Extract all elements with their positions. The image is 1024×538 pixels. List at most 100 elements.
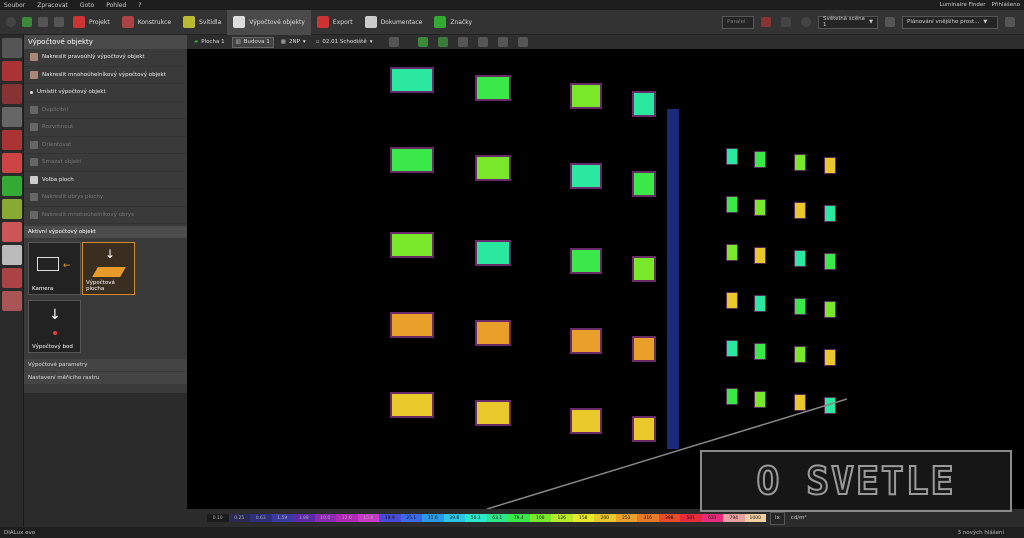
tile-calc-point[interactable]: ↓ Výpočtový bod: [28, 300, 81, 353]
calc-point-icon: ↓: [49, 307, 61, 323]
calc-surface-icon[interactable]: [2, 38, 22, 58]
frame-icon[interactable]: [389, 37, 400, 47]
select-hand-icon: [30, 175, 38, 184]
window-falsecolor: [477, 77, 509, 99]
tab-vypoctove-objekty[interactable]: Výpočtové objekty: [227, 9, 311, 35]
green-l-icon[interactable]: [438, 37, 449, 47]
wall-icon[interactable]: [1005, 17, 1015, 27]
legend-cell: 501: [680, 514, 702, 522]
legend-cell: 398: [658, 514, 680, 522]
window-falsecolor-right: [727, 149, 737, 164]
legend-cell: 0.63: [250, 514, 272, 522]
gear-icon[interactable]: [801, 17, 811, 27]
close-icon[interactable]: [781, 17, 791, 27]
window-falsecolor-right: [755, 296, 765, 311]
select-surfaces[interactable]: Volba ploch: [24, 172, 187, 189]
report-icon[interactable]: [2, 222, 22, 242]
chevron-down-icon-2: ▾: [369, 39, 373, 45]
draw-poly-outline[interactable]: Nakreslit mnohoúhelníkový obrys: [24, 207, 187, 224]
legend-cell: 10.0: [314, 514, 336, 522]
menu-goto[interactable]: Goto: [80, 2, 94, 9]
window-falsecolor: [572, 410, 600, 432]
tab-export[interactable]: Export: [311, 10, 359, 35]
palette-icon[interactable]: [761, 17, 771, 27]
budova-chip[interactable]: ▥ Budova 1: [231, 36, 274, 48]
window-falsecolor-right: [727, 389, 737, 404]
window-falsecolor-right: [825, 350, 835, 365]
place-calc-object[interactable]: Umístit výpočtový objekt: [24, 84, 187, 102]
window-falsecolor: [392, 149, 432, 171]
menu-view[interactable]: Pohled: [106, 2, 126, 9]
menu-file[interactable]: Soubor: [4, 2, 25, 9]
main-toolbar: Projekt Konstrukce Svítidla Výpočtové ob…: [0, 9, 1024, 35]
plocha-chip[interactable]: ▰ Plocha 1: [191, 37, 228, 48]
tab-projekt[interactable]: Projekt: [67, 10, 116, 35]
window-falsecolor-right: [825, 302, 835, 317]
window-falsecolor-right: [825, 206, 835, 221]
menu-process[interactable]: Zpracovat: [37, 2, 68, 9]
window-falsecolor: [634, 258, 654, 280]
building-render: [390, 67, 848, 509]
draw-surface-outline[interactable]: Nakreslit obrys plochy: [24, 189, 187, 207]
window-falsecolor-right: [795, 299, 805, 314]
window-icon[interactable]: [2, 268, 22, 288]
arrange[interactable]: Rozvrhnout: [24, 119, 187, 137]
window-falsecolor-right: [755, 344, 765, 359]
3d-viewport[interactable]: ▰ Plocha 1 ▥ Budova 1 ▦ 2NP ▾ ▫ 02.01 Schodiš…: [187, 35, 1024, 509]
camera-icon: [37, 257, 59, 271]
window-falsecolor: [572, 85, 600, 107]
green-view-icon[interactable]: [418, 37, 429, 47]
draw-poly-calc-object[interactable]: Nakreslit mnohoúhelníkový výpočtový obje…: [24, 67, 187, 84]
floor-chip[interactable]: ▦ 2NP ▾: [278, 37, 309, 48]
planning-combo[interactable]: Plánování vnějšího prost... ▼: [902, 15, 998, 29]
legend-unit-lx[interactable]: lx: [770, 511, 785, 525]
window-falsecolor-right: [755, 392, 765, 407]
login-status[interactable]: Přihlášeno: [992, 2, 1021, 8]
wall-block-icon[interactable]: [2, 130, 22, 150]
cylinder-icon[interactable]: [2, 107, 22, 127]
angle-icon[interactable]: [478, 37, 489, 47]
legend-cell: 19.9: [379, 514, 401, 522]
arrange-icon: [30, 123, 38, 132]
paralel-combo[interactable]: Paralel: [722, 15, 754, 29]
viewport-toolbar: ▰ Plocha 1 ▥ Budova 1 ▦ 2NP ▾ ▫ 02.01 Schodiš…: [187, 35, 1024, 49]
dots-icon[interactable]: [2, 291, 22, 311]
light-scene-combo[interactable]: Světelná scéna 1 ▼: [818, 15, 878, 29]
window-falsecolor: [392, 234, 432, 256]
cube-icon[interactable]: [2, 61, 22, 81]
tab-konstrukce[interactable]: Konstrukce: [116, 10, 177, 35]
exit-sign-icon[interactable]: [2, 176, 22, 196]
back-icon[interactable]: [6, 17, 16, 27]
draw-rect-calc-object[interactable]: Nakreslit pravoúhlý výpočtový objekt: [24, 49, 187, 67]
save-icon[interactable]: [22, 17, 32, 27]
toolbar-right: Paralel Světelná scéna 1 ▼ Plánování vněj…: [722, 15, 1024, 29]
measure2-icon[interactable]: [518, 37, 529, 47]
redo-icon[interactable]: [54, 17, 64, 27]
menu-help[interactable]: ?: [138, 2, 141, 9]
window-falsecolor: [392, 394, 432, 416]
snap-icon[interactable]: [458, 37, 469, 47]
tab-dokumentace[interactable]: Dokumentace: [359, 10, 429, 35]
orient[interactable]: Orientovat: [24, 137, 187, 154]
tile-calc-surface[interactable]: ↓ Výpočtová plocha: [82, 242, 135, 295]
door-icon[interactable]: [2, 245, 22, 265]
window-falsecolor: [477, 157, 509, 179]
undo-icon[interactable]: [38, 17, 48, 27]
messages-count[interactable]: 3 nových hlášení: [957, 530, 1004, 536]
tile-camera[interactable]: ← Kamera: [28, 242, 81, 295]
calc-params-collapse[interactable]: Výpočtové parametry: [24, 359, 187, 371]
legend-cell: 1000: [744, 514, 766, 522]
room-chip[interactable]: ▫ 02.01 Schodiště ▾: [313, 37, 376, 48]
tab-znacky[interactable]: Značky: [428, 10, 478, 35]
measure-grid-collapse[interactable]: Nastavení měřicího rastru: [24, 372, 187, 384]
floor-icon[interactable]: [2, 84, 22, 104]
duplicate[interactable]: Duplicitní: [24, 102, 187, 119]
l-shape-icon[interactable]: [2, 153, 22, 173]
tab-svitidla[interactable]: Svítidla: [177, 10, 227, 35]
eye-icon[interactable]: [2, 199, 22, 219]
measure-icon[interactable]: [498, 37, 509, 47]
delete-object[interactable]: Smazat objekt: [24, 154, 187, 172]
luminaire-finder-link[interactable]: Luminaire Finder: [940, 2, 986, 8]
scene-settings-icon[interactable]: [885, 17, 895, 27]
window-falsecolor: [572, 165, 600, 187]
